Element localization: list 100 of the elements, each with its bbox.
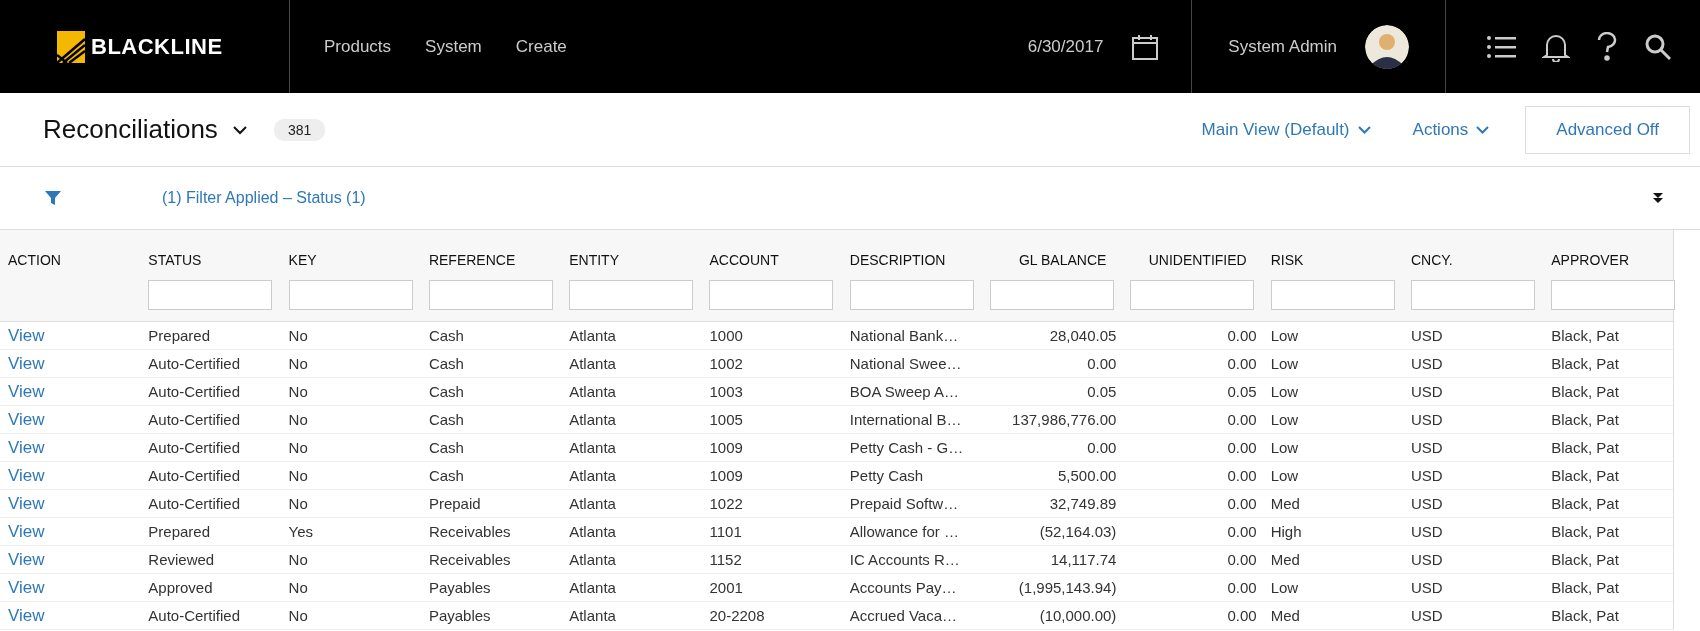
table-cell-text: USD xyxy=(1410,607,1444,624)
view-dropdown[interactable]: Main View (Default) xyxy=(1195,118,1377,141)
table-cell-text: High xyxy=(1270,523,1303,540)
list-icon[interactable] xyxy=(1486,33,1516,60)
view-link[interactable]: View xyxy=(8,381,45,402)
nav-link[interactable]: Create xyxy=(515,36,567,57)
filter-summary-link[interactable]: (1) Filter Applied – Status (1) xyxy=(162,189,366,207)
table-cell-text: 1022 xyxy=(709,495,744,512)
table-cell-text: Auto-Certified xyxy=(148,439,241,456)
table-cell-text: 0.00 xyxy=(1086,439,1118,456)
table-cell-text: International B… xyxy=(849,411,963,428)
column-filter-field[interactable] xyxy=(428,280,553,310)
table-cell-text: No xyxy=(288,579,309,596)
table-cell-text: Cash xyxy=(428,355,465,372)
table-cell-text: Med xyxy=(1270,607,1301,624)
view-link[interactable]: View xyxy=(8,409,45,430)
view-link[interactable]: View xyxy=(8,521,45,542)
table-cell-text: Cash xyxy=(428,383,465,400)
column-header: UNIDENTIFIED xyxy=(1147,252,1248,268)
count-badge: 381 xyxy=(273,118,326,141)
column-filter-field[interactable] xyxy=(1270,280,1395,310)
table-cell-text: Auto-Certified xyxy=(148,467,241,484)
view-link[interactable]: View xyxy=(8,605,45,626)
column-header: KEY xyxy=(288,252,318,268)
table-cell-text: Petty Cash xyxy=(849,467,925,484)
table-cell-text: Black, Pat xyxy=(1551,579,1620,596)
table-cell-text: Black, Pat xyxy=(1551,467,1620,484)
column-filter-field[interactable] xyxy=(1551,280,1676,310)
column-header: GL BALANCE xyxy=(1017,252,1108,268)
table-cell-text: Low xyxy=(1270,327,1300,344)
table-cell-text: No xyxy=(288,607,309,624)
table-cell-text: Cash xyxy=(428,327,465,344)
table-cell-text: Med xyxy=(1270,551,1301,568)
table-cell-text: 1009 xyxy=(709,439,744,456)
table-cell-text: IC Accounts R… xyxy=(849,551,961,568)
view-link[interactable]: View xyxy=(8,437,45,458)
table-cell-text: Low xyxy=(1270,439,1300,456)
table-cell-text: Black, Pat xyxy=(1551,495,1620,512)
page-title: Reconciliations xyxy=(43,114,218,145)
column-filter-field[interactable] xyxy=(148,280,273,310)
view-link[interactable]: View xyxy=(8,549,45,570)
table-cell-text: 0.05 xyxy=(1226,383,1258,400)
table-cell-text: 1000 xyxy=(709,327,744,344)
table-cell-text: 0.05 xyxy=(1086,383,1118,400)
table-cell-text: Atlanta xyxy=(569,551,617,568)
table-cell-text: 0.00 xyxy=(1226,607,1258,624)
column-filter-field[interactable] xyxy=(569,280,694,310)
logo-icon xyxy=(57,30,85,63)
table-cell-text: Black, Pat xyxy=(1551,551,1620,568)
nav-link[interactable]: System xyxy=(425,36,482,57)
table-cell-text: No xyxy=(288,383,309,400)
table-cell-text: 0.00 xyxy=(1226,355,1258,372)
view-link[interactable]: View xyxy=(8,325,45,346)
table-cell-text: Payables xyxy=(428,607,492,624)
view-link[interactable]: View xyxy=(8,493,45,514)
actions-dropdown[interactable]: Actions xyxy=(1406,118,1496,141)
table-cell-text: No xyxy=(288,551,309,568)
table-cell-text: Approved xyxy=(148,579,214,596)
table-cell-text: 0.00 xyxy=(1226,467,1258,484)
view-link[interactable]: View xyxy=(8,577,45,598)
column-filter-field[interactable] xyxy=(1130,280,1255,310)
table-cell-text: USD xyxy=(1410,355,1444,372)
table-cell-text: No xyxy=(288,495,309,512)
help-icon[interactable] xyxy=(1596,31,1618,62)
column-header: ACTION xyxy=(8,252,62,268)
table-cell-text: USD xyxy=(1410,495,1444,512)
column-filter-field[interactable] xyxy=(709,280,834,310)
column-filter-field[interactable] xyxy=(288,280,413,310)
column-header: REFERENCE xyxy=(428,252,517,268)
view-link[interactable]: View xyxy=(8,353,45,374)
column-filter-field[interactable] xyxy=(1410,280,1535,310)
column-header: ACCOUNT xyxy=(709,252,780,268)
table-cell-text: 1005 xyxy=(709,411,744,428)
table-cell-text: Accounts Pay… xyxy=(849,579,958,596)
table-cell-text: 0.00 xyxy=(1226,579,1258,596)
table-cell-text: Atlanta xyxy=(569,439,617,456)
avatar[interactable] xyxy=(1365,24,1409,69)
filter-icon[interactable] xyxy=(45,190,61,206)
column-header: DESCRIPTION xyxy=(849,252,947,268)
table-cell-text: Low xyxy=(1270,355,1300,372)
column-filter-field[interactable] xyxy=(849,280,974,310)
table-cell-text: 1152 xyxy=(709,551,743,568)
table-cell-text: Allowance for … xyxy=(849,523,960,540)
column-filter-field[interactable] xyxy=(990,280,1115,310)
view-link[interactable]: View xyxy=(8,465,45,486)
table-cell-text: (1,995,143.94) xyxy=(1017,579,1118,596)
table-cell-text: Atlanta xyxy=(569,495,617,512)
table-cell-text: Yes xyxy=(288,523,315,540)
advanced-button[interactable]: Advanced Off xyxy=(1525,105,1690,154)
table-cell-text: 20-2208 xyxy=(709,607,766,624)
table-cell-text: Black, Pat xyxy=(1551,355,1620,372)
nav-link[interactable]: Products xyxy=(324,36,392,57)
table-cell-text: Atlanta xyxy=(569,523,617,540)
table-cell-text: Prepared xyxy=(148,523,211,540)
table-cell-text: 32,749.89 xyxy=(1048,495,1118,512)
search-icon[interactable] xyxy=(1644,32,1672,61)
table-cell-text: No xyxy=(288,439,309,456)
table-cell-text: USD xyxy=(1410,579,1444,596)
calendar-icon[interactable] xyxy=(1131,32,1160,61)
table-cell-text: Black, Pat xyxy=(1551,607,1620,624)
